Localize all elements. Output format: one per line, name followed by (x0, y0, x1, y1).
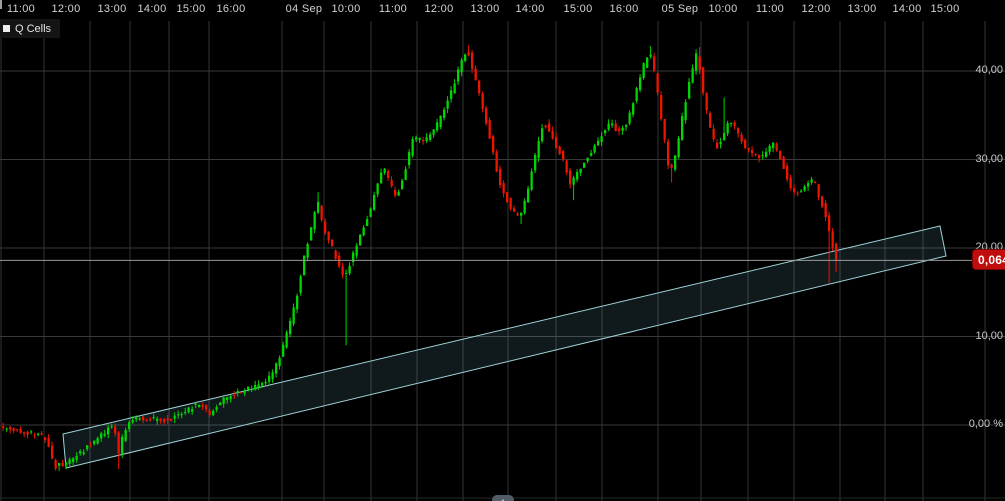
time-label: 15:00 (563, 3, 592, 15)
time-label: 15:00 (176, 3, 205, 15)
last-price-value: 0,0649 (973, 253, 1005, 267)
time-label: 11:00 (7, 3, 35, 15)
time-label: 04 Sep (286, 3, 323, 15)
time-label: 05 Sep (662, 3, 699, 15)
trading-chart-window: 11:00 12:00 13:00 14:00 15:00 16:00 04 Sep 10:0… (0, 0, 1005, 501)
time-axis[interactable]: 11:00 12:00 13:00 14:00 15:00 16:00 04 Sep 10:0… (0, 0, 1005, 20)
time-label: 14:00 (892, 3, 921, 15)
time-label: 16:00 (609, 3, 638, 15)
instrument-name: Q Cells (15, 23, 51, 35)
time-label: 13:00 (847, 3, 876, 15)
price-label: 40,00 (975, 64, 1003, 76)
price-label: 30,00 (975, 153, 1003, 165)
price-label: 0,00 % (969, 418, 1003, 430)
time-label: 14:00 (515, 3, 544, 15)
last-price-tag: 0,0649 (972, 249, 1005, 270)
time-label: 13:00 (470, 3, 499, 15)
time-label: 10:00 (331, 3, 360, 15)
time-label: 11:00 (379, 3, 407, 15)
candlestick-chart[interactable] (0, 0, 1005, 501)
axis-origin-tick (0, 0, 2, 9)
time-label: 11:00 (756, 3, 784, 15)
time-label: 12:00 (801, 3, 830, 15)
instrument-legend[interactable]: Q Cells (0, 19, 60, 38)
time-label: 13:00 (97, 3, 126, 15)
legend-swatch-icon (3, 25, 10, 32)
time-label: 10:00 (708, 3, 737, 15)
panel-expand-button[interactable]: ▲ (492, 495, 514, 501)
time-label: 12:00 (51, 3, 80, 15)
price-label: 10,00 (975, 330, 1003, 342)
time-label: 16:00 (216, 3, 245, 15)
time-label: 14:00 (137, 3, 166, 15)
time-label: 12:00 (424, 3, 453, 15)
